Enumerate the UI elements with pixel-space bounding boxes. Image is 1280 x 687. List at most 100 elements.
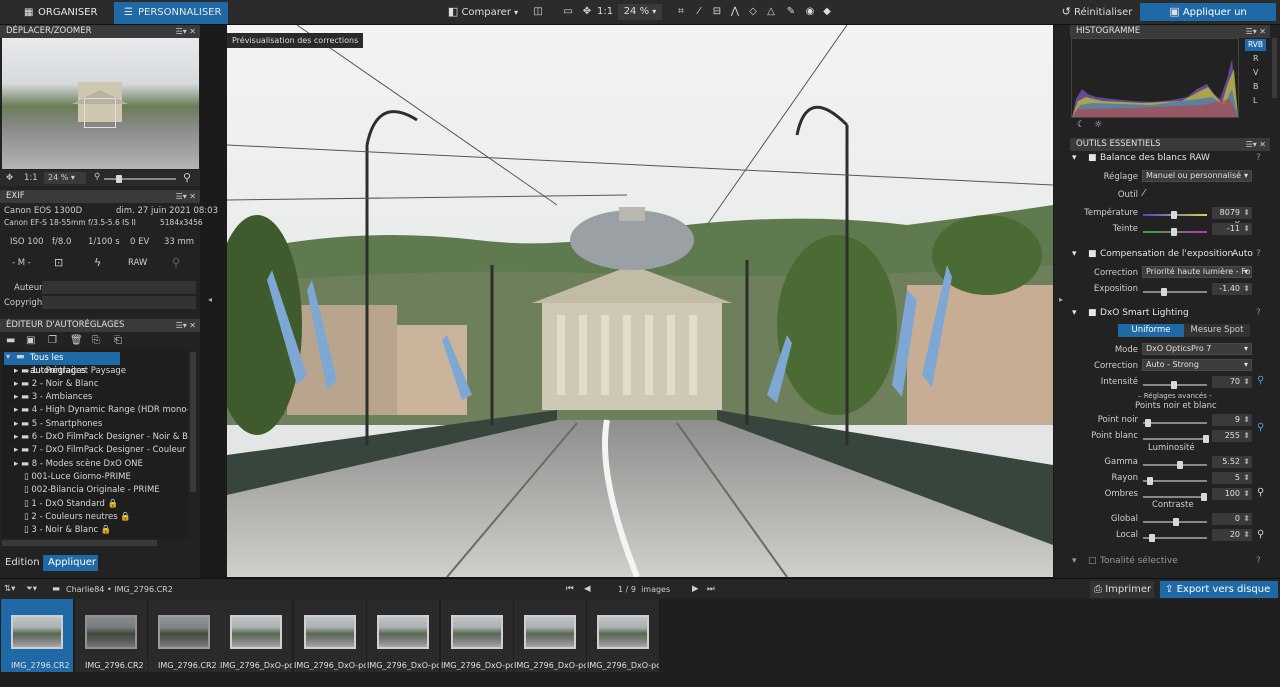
delete-icon[interactable]: 🗑 (70, 335, 83, 346)
moon-icon[interactable]: ☾ (1077, 120, 1085, 130)
horizon-icon[interactable]: ⊟ (710, 3, 724, 21)
exposure-slider[interactable] (1143, 288, 1207, 296)
preset-folder-item[interactable]: ▸ ▬ 8 - Modes scène DxO ONE (14, 458, 143, 471)
spot-button[interactable]: Mesure Spot (1184, 324, 1250, 337)
channel-r[interactable]: R (1253, 54, 1259, 63)
panel-menu-close-icon[interactable]: ☰▾ ✕ (176, 319, 196, 332)
wb-section-header[interactable]: ▾ ■ Balance des blancs RAW ? (1068, 151, 1268, 165)
sort-icon[interactable]: ⇅▾ (4, 584, 15, 594)
apply-preset-button[interactable]: ▣ Appliquer un autoréglage (1140, 3, 1276, 36)
preset-folder-item[interactable]: ▸ ▬ 6 - DxO FilmPack Designer - Noir & B… (14, 431, 188, 444)
sl-black-value[interactable]: 9 (1212, 414, 1252, 426)
slider-knob[interactable] (1173, 518, 1179, 526)
slider-knob[interactable] (1149, 534, 1155, 542)
repair-icon[interactable]: ✎ (784, 3, 798, 21)
thumbnail[interactable]: IMG_2796.CR2 1 (1, 599, 73, 672)
zoom-in-icon[interactable]: ⚲ (183, 171, 191, 184)
navigator-zoom-select[interactable]: 24 % ▾ (44, 172, 86, 184)
slider-knob[interactable] (1171, 228, 1177, 236)
collapse-left-icon[interactable]: ◂ (208, 295, 212, 304)
duplicate-icon[interactable]: ❐ (48, 335, 57, 346)
tab-apply[interactable]: Appliquer (43, 555, 98, 571)
smart-lighting-section-header[interactable]: ▾ ■ DxO Smart Lighting ? (1068, 306, 1268, 320)
sl-intensity-value[interactable]: 70 (1212, 376, 1252, 388)
checkbox-icon[interactable]: ■ (1088, 151, 1097, 165)
thumbnail[interactable]: IMG_2796.CR2 2 (75, 599, 147, 672)
slider-knob[interactable] (116, 175, 122, 183)
new-preset-icon[interactable]: ▣ (26, 335, 35, 346)
slider-knob[interactable] (1161, 288, 1167, 296)
channel-v[interactable]: V (1253, 68, 1258, 77)
last-image-icon[interactable]: ⏭ (707, 584, 715, 594)
wb-temp-slider[interactable] (1143, 211, 1207, 219)
checkbox-icon[interactable]: ■ (1088, 247, 1097, 261)
move-icon[interactable]: ✥ (580, 3, 594, 21)
help-icon[interactable]: ? (1256, 247, 1261, 261)
sl-gamma-value[interactable]: 5.52 (1212, 456, 1252, 468)
move-icon[interactable]: ✥ (6, 173, 13, 183)
wb-temp-value[interactable]: 8079 K (1212, 207, 1252, 229)
panel-menu-close-icon[interactable]: ☰▾ ✕ (1246, 25, 1266, 38)
compare-button[interactable]: ◧ Comparer ▾ (443, 3, 523, 21)
zoom-1to1-button[interactable]: 1:1 (597, 3, 613, 21)
new-folder-icon[interactable]: ▬ (6, 335, 15, 346)
eyedropper-icon[interactable]: ⁄ (1143, 188, 1145, 199)
panel-menu-close-icon[interactable]: ☰▾ ✕ (176, 25, 196, 38)
perspective-icon[interactable]: ⋀ (728, 3, 742, 21)
sl-radius-slider[interactable] (1143, 477, 1207, 485)
image-viewer[interactable]: Prévisualisation des corrections (212, 24, 1054, 579)
picker-icon[interactable]: ⚲ (1257, 529, 1264, 540)
picker-icon[interactable]: ⚲ (1257, 375, 1264, 386)
local-adjust-icon[interactable]: △ (764, 3, 778, 21)
slider-knob[interactable] (1201, 493, 1207, 501)
eye-icon[interactable]: ◉ (803, 3, 817, 21)
thumbnail[interactable]: IMG_2796_DxO-poi... (441, 599, 513, 672)
fit-screen-icon[interactable]: ▭ (561, 3, 575, 21)
preset-folder-item[interactable]: ▸ ▬ 5 - Smartphones (14, 418, 102, 431)
wb-tint-slider[interactable] (1143, 228, 1207, 236)
tab-personalise[interactable]: ☰ PERSONNALISER (114, 2, 228, 24)
wb-tint-value[interactable]: -11 (1212, 223, 1252, 235)
preset-tree-hscrollbar[interactable] (2, 540, 157, 546)
crop-icon[interactable]: ⌗ (674, 3, 688, 21)
thumbnail[interactable]: IMG_2796_DxO-poi... (220, 599, 292, 672)
filter-icon[interactable]: ⏷▾ (26, 584, 37, 594)
slider-knob[interactable] (1147, 477, 1153, 485)
sl-black-slider[interactable] (1143, 419, 1207, 427)
preset-root-item[interactable]: ▾ ▬ Tous les autoréglages (4, 352, 120, 376)
zoom-1to1-button[interactable]: 1:1 (24, 173, 38, 183)
preset-folder-item[interactable]: ▸ ▬ 2 - Noir & Blanc (14, 378, 99, 391)
preset-folder-item[interactable]: ▸ ▬ 1 - Portrait et Paysage (14, 365, 126, 378)
sl-global-value[interactable]: 0 (1212, 513, 1252, 525)
preset-tree-scrollbar[interactable] (190, 352, 196, 492)
preset-item[interactable]: ▯ 1 - DxO Standard 🔒 (24, 498, 118, 511)
exposure-section-header[interactable]: ▾ ■ Compensation de l'exposition Auto ? (1068, 247, 1268, 261)
channel-b[interactable]: B (1253, 82, 1259, 91)
slider-knob[interactable] (1145, 419, 1151, 427)
preview-viewport-frame[interactable] (84, 98, 116, 128)
export-preset-icon[interactable]: ⎗ (114, 335, 122, 346)
exposure-correction-select[interactable]: Priorité haute lumière - Fo (1142, 266, 1252, 278)
navigator-preview[interactable] (2, 38, 199, 169)
next-image-icon[interactable]: ▶ (692, 584, 699, 594)
preset-folder-item[interactable]: ▸ ▬ 3 - Ambiances (14, 391, 92, 404)
slider-knob[interactable] (1203, 435, 1209, 443)
sl-global-slider[interactable] (1143, 518, 1207, 526)
slider-knob[interactable] (1171, 381, 1177, 389)
sl-white-value[interactable]: 255 (1212, 430, 1252, 442)
preset-item[interactable]: ▯ 001-Luce Giorno-PRIME (24, 471, 131, 484)
channel-rvb[interactable]: RVB (1245, 39, 1266, 51)
navigator-zoom-slider[interactable] (104, 175, 176, 183)
preset-item[interactable]: ▯ 2 - Couleurs neutres 🔒 (24, 511, 131, 524)
sl-gamma-slider[interactable] (1143, 461, 1207, 469)
reset-button[interactable]: ↺ Réinitialiser (1060, 3, 1134, 21)
channel-l[interactable]: L (1253, 96, 1257, 105)
thumbnail[interactable]: IMG_2796.CR2 3 (148, 599, 220, 672)
sun-icon[interactable]: ☼ (1094, 120, 1102, 130)
preset-folder-item[interactable]: ▸ ▬ 7 - DxO FilmPack Designer - Couleur (14, 444, 186, 457)
tab-organise[interactable]: ▦ ORGANISER (14, 2, 114, 24)
breadcrumb-user[interactable]: Charlie84 (66, 585, 104, 594)
thumbnail[interactable]: IMG_2796_DxO-poi... (514, 599, 586, 672)
preset-item[interactable]: ▯ 3 - Noir & Blanc 🔒 (24, 524, 111, 537)
first-image-icon[interactable]: ⏮ (566, 584, 574, 594)
